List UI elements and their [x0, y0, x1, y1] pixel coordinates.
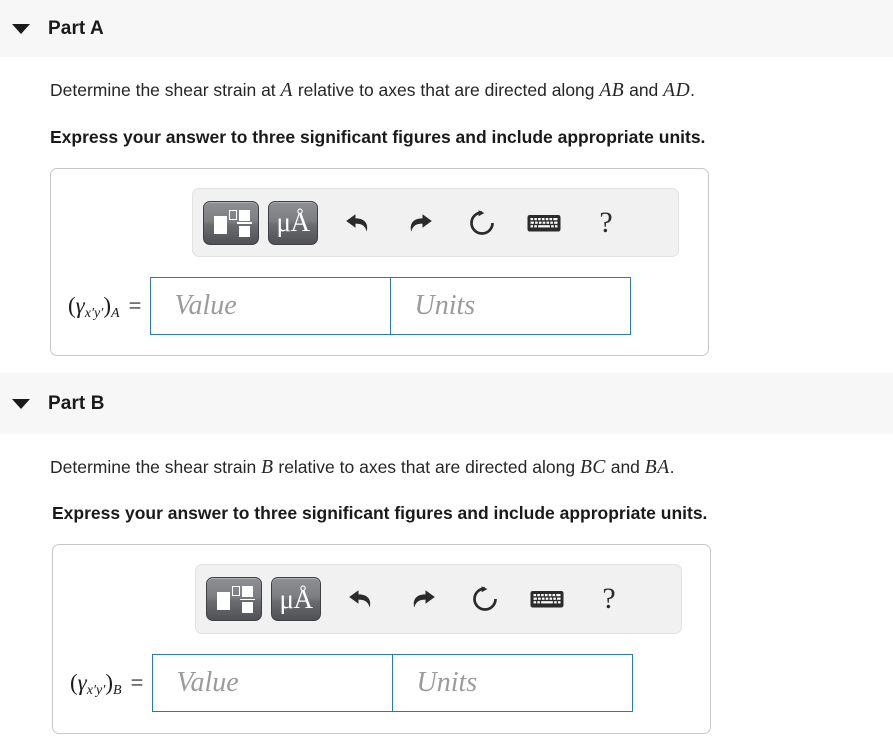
- question-text-pre: Determine the shear strain: [50, 457, 262, 477]
- undo-icon: [346, 213, 368, 232]
- redo-button[interactable]: [392, 577, 454, 621]
- answer-toolbar-a: μÅ ?: [192, 188, 679, 257]
- math-var-a3: AD: [663, 80, 691, 101]
- keyboard-icon: [530, 591, 564, 608]
- answer-row-b: (γ x′y′) B = Value Units: [70, 654, 633, 712]
- label-paren-open: (: [68, 293, 76, 318]
- caret-down-icon[interactable]: [12, 23, 30, 34]
- part-title: Part A: [48, 17, 104, 39]
- math-var-b2: BC: [579, 457, 606, 478]
- help-button[interactable]: ?: [575, 201, 637, 245]
- units-input-b[interactable]: Units: [392, 654, 633, 712]
- question-text-mid: relative to axes that are directed along: [292, 80, 600, 100]
- answer-toolbar-b: μÅ ?: [195, 564, 682, 634]
- label-sub-point: A: [110, 306, 120, 321]
- label-sub-axes: x′y′: [86, 683, 106, 698]
- question-page: Part A Determine the shear strain at A r…: [0, 0, 893, 754]
- template-button[interactable]: [206, 577, 262, 621]
- question-text-b: Determine the shear strain B relative to…: [50, 457, 675, 479]
- label-equals: =: [130, 670, 144, 695]
- undo-icon: [349, 590, 371, 608]
- template-icon: [217, 585, 255, 613]
- math-var-b1: B: [261, 457, 274, 478]
- reset-icon: [470, 209, 494, 235]
- value-placeholder: Value: [176, 667, 239, 698]
- undo-button[interactable]: [327, 201, 389, 245]
- instruction-text-b: Express your answer to three significant…: [52, 503, 708, 523]
- template-icon: [214, 209, 252, 237]
- value-input-a[interactable]: Value: [149, 277, 391, 335]
- question-text-mid: relative to axes that are directed along: [273, 457, 580, 477]
- micro-angstrom-icon: μÅ: [276, 207, 310, 237]
- answer-label-b: (γ x′y′) B =: [70, 670, 144, 698]
- math-var-b3: BA: [644, 457, 670, 478]
- label-paren-close: ): [105, 670, 113, 695]
- math-var-a1: A: [280, 80, 293, 101]
- undo-button[interactable]: [330, 577, 392, 621]
- template-button[interactable]: [203, 200, 259, 245]
- units-input-a[interactable]: Units: [390, 277, 631, 335]
- reset-button[interactable]: [454, 577, 516, 621]
- label-sub-axes: x′y′: [84, 306, 104, 321]
- question-text-a: Determine the shear strain at A relative…: [50, 80, 695, 102]
- question-text-end: .: [669, 457, 675, 477]
- keyboard-icon: [527, 214, 561, 231]
- label-paren-open: (: [70, 670, 78, 695]
- answer-row-a: (γ x′y′) A = Value Units: [68, 277, 631, 335]
- question-mark-icon: ?: [599, 205, 613, 239]
- help-button[interactable]: ?: [578, 577, 640, 621]
- units-button[interactable]: μÅ: [271, 577, 321, 621]
- redo-icon: [413, 590, 435, 608]
- units-placeholder: Units: [414, 290, 476, 321]
- question-text-join: and: [605, 457, 645, 477]
- part-header-a[interactable]: Part A: [0, 0, 893, 57]
- part-title: Part B: [48, 392, 105, 414]
- question-text-join: and: [624, 80, 664, 100]
- answer-label-a: (γ x′y′) A =: [68, 293, 142, 321]
- value-placeholder: Value: [174, 290, 237, 321]
- question-text-end: .: [690, 80, 696, 100]
- label-sub-point: B: [112, 683, 122, 698]
- reset-icon: [473, 586, 497, 611]
- part-header-b[interactable]: Part B: [0, 373, 893, 434]
- micro-angstrom-icon: μÅ: [279, 583, 313, 614]
- units-button[interactable]: μÅ: [268, 200, 318, 245]
- label-equals: =: [128, 293, 142, 318]
- instruction-text-a: Express your answer to three significant…: [50, 127, 706, 147]
- label-gamma: γ: [75, 293, 85, 318]
- question-mark-icon: ?: [602, 582, 616, 615]
- redo-button[interactable]: [389, 201, 451, 245]
- reset-button[interactable]: [451, 201, 513, 245]
- redo-icon: [410, 213, 432, 232]
- keyboard-button[interactable]: [516, 577, 578, 621]
- label-gamma: γ: [77, 670, 87, 695]
- math-var-a2: AB: [599, 80, 625, 101]
- label-paren-close: ): [103, 293, 111, 318]
- keyboard-button[interactable]: [513, 201, 575, 245]
- value-input-b[interactable]: Value: [151, 654, 393, 712]
- question-text-pre: Determine the shear strain at: [50, 80, 281, 100]
- caret-down-icon[interactable]: [12, 398, 30, 409]
- units-placeholder: Units: [416, 667, 478, 698]
